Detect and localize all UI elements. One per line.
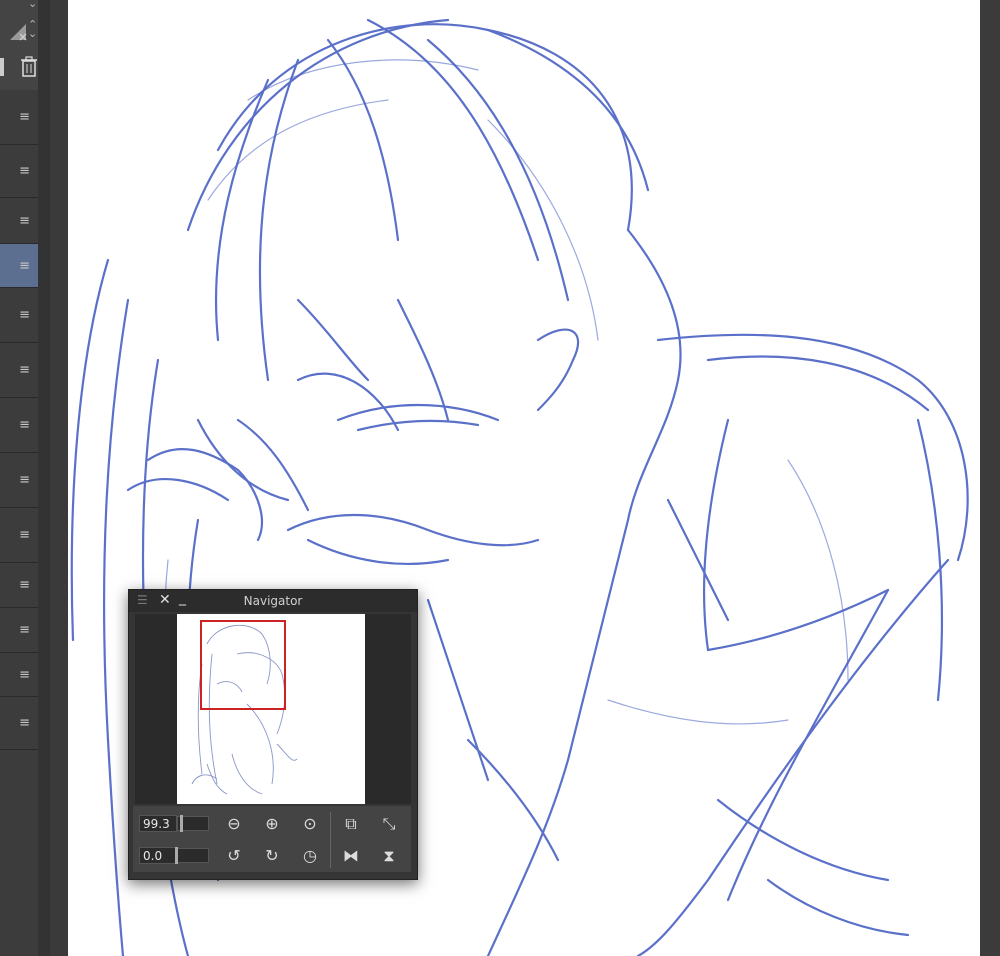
layer-menu-icon[interactable]: ≡	[19, 111, 30, 124]
navigator-controls: 99.3 ⊖ ⊕ ⊙ ⧉ ⤡ 0.0 ↺ ↻ ◷ ⧓ ⧗	[133, 806, 411, 872]
layer-menu-icon[interactable]: ≡	[19, 214, 30, 227]
navigator-title-bar[interactable]: ☰ ✕ _ Navigator	[129, 590, 417, 612]
layer-row[interactable]: ≡	[0, 398, 38, 453]
zoom-in-icon[interactable]: ⊕	[261, 813, 283, 835]
layer-menu-icon[interactable]: ≡	[19, 624, 30, 637]
navigator-palette[interactable]: ☰ ✕ _ Navigator 99.3 ⊖ ⊕ ⊙ ⧉ ⤡ 0.0 ↺ ↻ ◷…	[128, 589, 418, 880]
layer-menu-icon[interactable]: ≡	[19, 419, 30, 432]
chevron-down-icon[interactable]: ⌄	[28, 0, 37, 10]
layer-row[interactable]: ≡	[0, 608, 38, 653]
layer-row[interactable]: ≡	[0, 288, 38, 343]
layer-row[interactable]: ≡	[0, 343, 38, 398]
layer-row[interactable]: ≡	[0, 244, 38, 288]
rotation-field[interactable]: 0.0	[139, 847, 177, 864]
layer-row[interactable]: ≡	[0, 563, 38, 608]
layer-menu-icon[interactable]: ≡	[19, 474, 30, 487]
fit-window-icon[interactable]: ⤡	[378, 813, 400, 835]
canvas-margin-left	[50, 0, 68, 956]
layer-row[interactable]: ≡	[0, 90, 38, 145]
zoom-field[interactable]: 99.3	[139, 815, 177, 832]
zoom-slider[interactable]	[177, 815, 209, 832]
layer-menu-icon[interactable]: ≡	[19, 165, 30, 178]
layer-menu-icon[interactable]: ≡	[19, 668, 30, 681]
layer-menu-icon[interactable]: ≡	[19, 259, 30, 272]
layer-row[interactable]: ≡	[0, 697, 38, 750]
zoom-out-icon[interactable]: ⊖	[223, 813, 245, 835]
layer-row[interactable]: ≡	[0, 508, 38, 563]
rotation-slider[interactable]	[175, 847, 209, 864]
layer-menu-icon[interactable]: ≡	[19, 364, 30, 377]
rotate-right-icon[interactable]: ↻	[261, 845, 283, 867]
layer-move-icon[interactable]	[0, 58, 4, 76]
flip-vertical-icon[interactable]: ⧗	[378, 845, 400, 867]
layer-menu-icon[interactable]: ≡	[19, 579, 30, 592]
layer-properties-icon[interactable]	[8, 22, 28, 41]
layer-menu-icon[interactable]: ≡	[19, 309, 30, 322]
divider	[330, 812, 331, 868]
layer-menu-icon[interactable]: ≡	[19, 717, 30, 730]
navigator-view-frame[interactable]	[200, 620, 286, 710]
layer-row[interactable]: ≡	[0, 653, 38, 697]
layer-menu-icon[interactable]: ≡	[19, 529, 30, 542]
layer-row[interactable]: ≡	[0, 198, 38, 244]
layer-row[interactable]: ≡	[0, 453, 38, 508]
reset-rotation-icon[interactable]: ◷	[299, 845, 321, 867]
flip-horizontal-icon[interactable]: ⧓	[340, 845, 362, 867]
actual-size-icon[interactable]: ⊙	[299, 813, 321, 835]
navigator-preview[interactable]	[135, 614, 411, 804]
chevron-updown-icon[interactable]: ⌃ ⌄	[28, 19, 37, 39]
canvas-margin-right	[980, 0, 1000, 956]
layer-row[interactable]: ≡	[0, 145, 38, 198]
trash-icon[interactable]	[20, 56, 38, 82]
fit-view-icon[interactable]: ⧉	[340, 813, 362, 835]
rotate-left-icon[interactable]: ↺	[223, 845, 245, 867]
layer-scroll-gap	[38, 0, 50, 956]
navigator-title: Navigator	[243, 594, 303, 608]
navigator-thumbnail	[177, 614, 365, 804]
